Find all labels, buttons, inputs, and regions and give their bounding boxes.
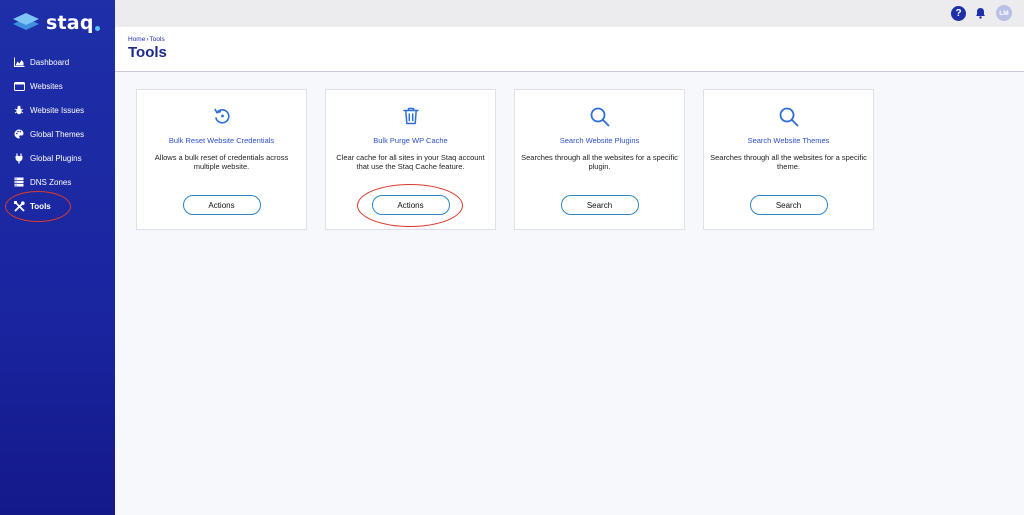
search-icon: [515, 106, 684, 128]
sidebar-item-label: Global Themes: [30, 129, 85, 139]
bell-icon[interactable]: [975, 6, 987, 20]
sidebar-item-label: Tools: [30, 201, 51, 211]
plug-icon: [13, 152, 25, 164]
card-description: Searches through all the websites for a …: [710, 153, 867, 171]
sidebar-nav: Dashboard Websites Website Issues Global…: [0, 50, 115, 218]
search-icon: [704, 106, 873, 128]
server-icon: [13, 176, 25, 188]
card-title: Search Website Themes: [747, 136, 830, 145]
sidebar-item-global-plugins[interactable]: Global Plugins: [0, 146, 115, 170]
actions-button[interactable]: Actions: [182, 195, 261, 215]
card-title: Bulk Reset Website Credentials: [168, 136, 275, 145]
sidebar-item-label: Dashboard: [30, 57, 70, 67]
logo-text: staq: [46, 12, 94, 34]
palette-icon: [13, 128, 25, 140]
window-icon: [13, 80, 25, 92]
sidebar-item-dashboard[interactable]: Dashboard: [0, 50, 115, 74]
breadcrumb-current: Tools: [149, 36, 165, 43]
breadcrumb-home[interactable]: Home: [128, 36, 145, 43]
breadcrumb: Home › Tools: [128, 36, 165, 43]
card-description: Searches through all the websites for a …: [521, 153, 678, 171]
page-title: Tools: [128, 44, 167, 61]
top-bar: ? LM: [115, 0, 1024, 27]
card-title: Bulk Purge WP Cache: [373, 136, 448, 145]
chart-area-icon: [13, 56, 25, 68]
search-button[interactable]: Search: [560, 195, 639, 215]
sidebar-item-website-issues[interactable]: Website Issues: [0, 98, 115, 122]
reset-icon: [137, 106, 306, 126]
tools-cards: Bulk Reset Website Credentials Allows a …: [136, 89, 892, 230]
breadcrumb-separator: ›: [146, 36, 149, 43]
page-header: Home › Tools Tools: [115, 27, 1024, 72]
sidebar-item-label: Global Plugins: [30, 153, 82, 163]
tools-icon: [13, 200, 25, 212]
sidebar-item-dns-zones[interactable]: DNS Zones: [0, 170, 115, 194]
sidebar-item-label: Website Issues: [30, 105, 85, 115]
card-description: Allows a bulk reset of credentials acros…: [154, 153, 289, 171]
actions-button[interactable]: Actions: [371, 195, 450, 215]
avatar[interactable]: LM: [996, 5, 1012, 21]
bug-icon: [13, 104, 25, 116]
sidebar-item-tools[interactable]: Tools: [0, 194, 115, 218]
stack-logo-icon: [13, 13, 39, 30]
sidebar-item-websites[interactable]: Websites: [0, 74, 115, 98]
card-search-plugins: Search Website Plugins Searches through …: [514, 89, 685, 230]
card-bulk-purge-cache: Bulk Purge WP Cache Clear cache for all …: [325, 89, 496, 230]
sidebar-item-global-themes[interactable]: Global Themes: [0, 122, 115, 146]
sidebar-item-label: Websites: [30, 81, 63, 91]
card-title: Search Website Plugins: [559, 136, 640, 145]
logo[interactable]: staq: [12, 11, 100, 35]
logo-dot: [94, 26, 100, 31]
card-bulk-reset-credentials: Bulk Reset Website Credentials Allows a …: [136, 89, 307, 230]
trash-icon: [326, 106, 495, 126]
search-button[interactable]: Search: [749, 195, 828, 215]
help-icon[interactable]: ?: [951, 5, 966, 21]
card-description: Clear cache for all sites in your Staq a…: [336, 153, 485, 171]
card-search-themes: Search Website Themes Searches through a…: [703, 89, 874, 230]
top-bar-actions: ? LM: [951, 5, 1012, 21]
sidebar: staq Dashboard Websites Website Issues G…: [0, 0, 115, 515]
sidebar-item-label: DNS Zones: [30, 177, 72, 187]
